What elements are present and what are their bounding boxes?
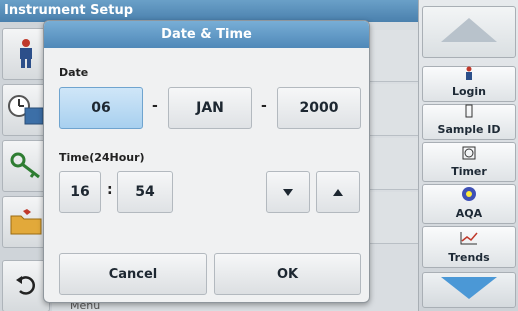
trends-label: Trends [448,251,490,264]
ok-button[interactable]: OK [214,253,361,295]
dialog-title: Date & Time [44,21,369,48]
scroll-down-button[interactable] [422,272,516,308]
date-separator: - [261,98,267,114]
triangle-down-icon [283,184,293,200]
timer-label: Timer [451,165,487,178]
triangle-up-icon [333,184,343,200]
date-label: Date [59,66,89,79]
sample-id-button[interactable]: Sample ID [422,104,516,140]
sample-id-label: Sample ID [437,123,501,136]
right-toolbar: Login Sample ID Timer AQA Trends [418,0,518,311]
triangle-down-icon [439,275,499,305]
day-field[interactable]: 06 [59,87,143,129]
aqa-icon [461,186,477,206]
hour-field[interactable]: 16 [59,171,101,213]
date-separator: - [152,98,158,114]
screen-title: Instrument Setup [0,0,418,22]
triangle-up-icon [439,16,499,48]
minute-field[interactable]: 54 [117,171,173,213]
increment-button[interactable] [316,171,360,213]
operator-icon [15,38,37,70]
cancel-button[interactable]: Cancel [59,253,207,295]
key-icon [9,151,43,181]
person-icon [464,65,474,84]
login-button[interactable]: Login [422,66,516,102]
month-field[interactable]: JAN [168,87,252,129]
decrement-button[interactable] [266,171,310,213]
back-arrow-icon [14,275,38,297]
timer-icon [462,145,476,164]
sample-vial-icon [464,103,474,122]
time-label: Time(24Hour) [59,151,145,164]
aqa-button[interactable]: AQA [422,184,516,224]
trends-chart-icon [459,230,479,250]
time-separator: : [107,182,113,198]
timer-button[interactable]: Timer [422,142,516,182]
scroll-up-button[interactable] [422,6,516,58]
aqa-label: AQA [455,207,483,220]
year-field[interactable]: 2000 [277,87,361,129]
trends-button[interactable]: Trends [422,226,516,268]
clock-calendar-icon [7,94,45,126]
login-label: Login [451,85,487,98]
folder-icon [9,208,43,236]
date-time-dialog: Date & Time Date 06 - JAN - 2000 Time(24… [43,20,370,303]
